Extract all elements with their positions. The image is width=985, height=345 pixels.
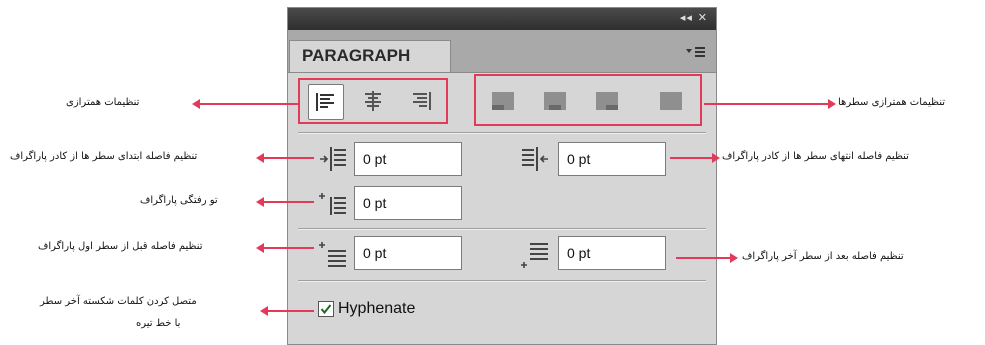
annotation-wire <box>262 157 314 159</box>
annotation-hyphenate-line1: متصل کردن کلمات شکسته آخر سطر <box>40 296 197 307</box>
left-indent-field[interactable]: 0 pt <box>354 142 462 176</box>
annotation-arrow <box>192 99 200 109</box>
justify-all-icon <box>660 92 682 110</box>
space-after-field[interactable]: 0 pt <box>558 236 666 270</box>
justify-group <box>474 74 702 126</box>
panel-titlebar[interactable]: ◂◂ ✕ <box>288 8 716 30</box>
annotation-arrow <box>256 243 264 253</box>
annotation-arrow <box>828 99 836 109</box>
justify-center-button[interactable] <box>538 84 572 118</box>
annotation-first-line: تو رفتگی پاراگراف <box>140 195 218 206</box>
annotation-wire <box>670 157 716 159</box>
annotation-space-before: تنظیم فاصله قبل از سطر اول پاراگراف <box>38 241 203 252</box>
first-line-indent-value: 0 pt <box>363 195 387 211</box>
annotation-alignment: تنظیمات همترازی <box>66 97 140 108</box>
left-indent-value: 0 pt <box>363 151 387 167</box>
divider <box>298 280 706 282</box>
space-before-icon <box>319 242 346 267</box>
justify-right-button[interactable] <box>590 84 624 118</box>
annotation-right-indent: تنظیم فاصله انتهای سطر ها از کادر پاراگر… <box>722 151 909 162</box>
annotation-arrow <box>256 153 264 163</box>
justify-all-button[interactable] <box>654 84 688 118</box>
right-indent-icon <box>522 147 548 171</box>
align-left-icon <box>316 93 334 111</box>
align-center-button[interactable] <box>356 84 390 118</box>
hyphenate-option[interactable]: Hyphenate <box>318 300 415 318</box>
panel-menu-icon[interactable] <box>686 46 706 58</box>
divider <box>298 132 706 134</box>
collapse-close-controls[interactable]: ◂◂ ✕ <box>680 11 708 24</box>
annotation-space-after: تنظیم فاصله بعد از سطر آخر پاراگراف <box>742 251 904 262</box>
annotation-wire <box>262 201 314 203</box>
align-center-icon <box>365 91 381 111</box>
first-line-indent-icon <box>319 193 346 215</box>
annotation-wire <box>266 310 314 312</box>
align-right-button[interactable] <box>404 84 438 118</box>
annotation-arrow <box>730 253 738 263</box>
annotation-wire <box>262 247 314 249</box>
justify-left-button[interactable] <box>486 84 520 118</box>
justify-last-left-icon <box>492 92 514 110</box>
tab-paragraph-label: PARAGRAPH <box>302 46 411 65</box>
space-after-icon <box>521 243 548 268</box>
align-left-button[interactable] <box>308 84 344 120</box>
annotation-arrow <box>256 197 264 207</box>
first-line-indent-field[interactable]: 0 pt <box>354 186 462 220</box>
space-after-value: 0 pt <box>567 245 591 261</box>
annotation-wire <box>198 103 298 105</box>
space-before-value: 0 pt <box>363 245 387 261</box>
tab-paragraph[interactable]: PARAGRAPH <box>289 40 451 72</box>
right-indent-field[interactable]: 0 pt <box>558 142 666 176</box>
hyphenate-checkbox[interactable] <box>318 301 334 317</box>
alignment-group <box>298 78 448 124</box>
annotation-arrow <box>260 306 268 316</box>
annotation-arrow <box>712 153 720 163</box>
hyphenate-label: Hyphenate <box>338 300 416 317</box>
annotation-justify: تنظیمات همترازی سطرها <box>838 97 946 108</box>
annotation-left-indent: تنظیم فاصله ابتدای سطر ها از کادر پاراگر… <box>10 151 198 162</box>
annotation-wire <box>676 257 732 259</box>
annotation-wire <box>704 103 830 105</box>
paragraph-panel: ◂◂ ✕ PARAGRAPH 0 pt 0 pt 0 pt 0 pt 0 pt … <box>287 7 717 345</box>
align-right-icon <box>413 92 431 110</box>
divider <box>298 228 706 230</box>
annotation-hyphenate-line2: با خط تیره <box>136 318 181 329</box>
checkmark-icon <box>320 304 332 315</box>
space-before-field[interactable]: 0 pt <box>354 236 462 270</box>
justify-last-center-icon <box>544 92 566 110</box>
panel-tab-row: PARAGRAPH <box>288 30 716 73</box>
right-indent-value: 0 pt <box>567 151 591 167</box>
justify-last-right-icon <box>596 92 618 110</box>
left-indent-icon <box>320 147 346 171</box>
